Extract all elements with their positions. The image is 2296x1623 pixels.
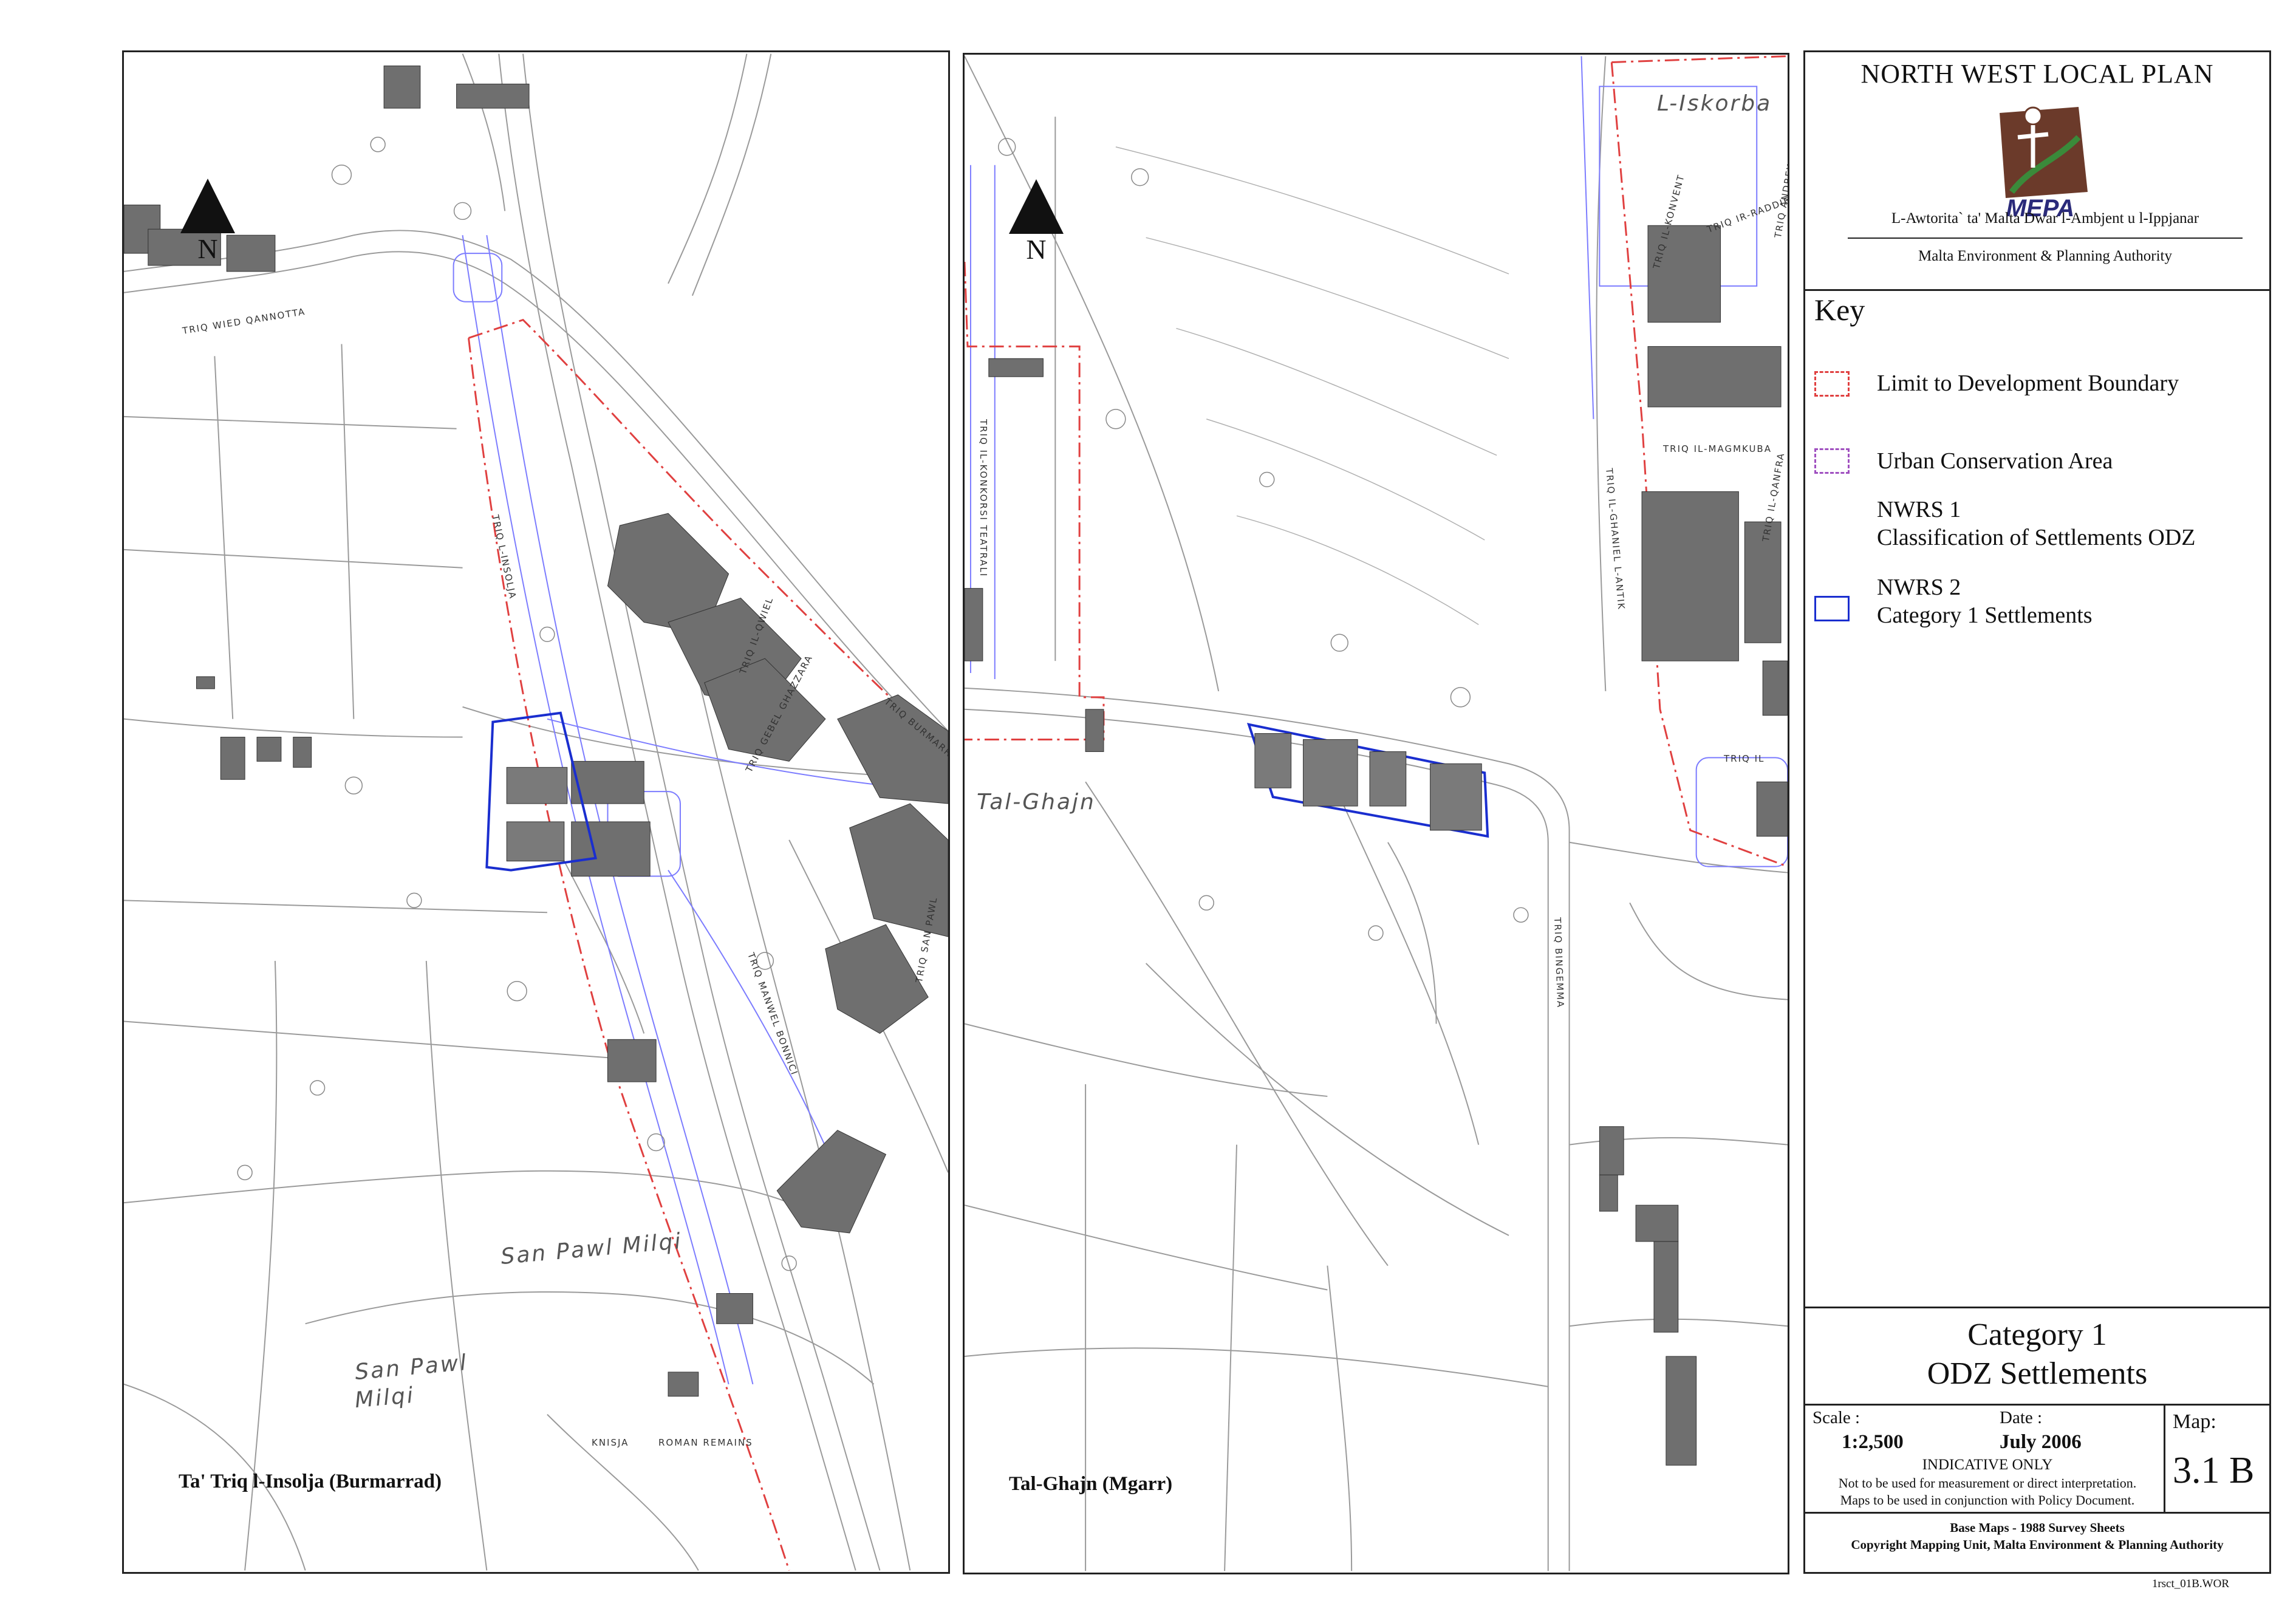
copyright-note: Copyright Mapping Unit, Malta Environmen… xyxy=(1851,1537,2224,1552)
divider xyxy=(1848,237,2243,239)
street-label: TRIQ IL xyxy=(1724,753,1765,764)
map-title-line1: Category 1 xyxy=(1967,1317,2107,1352)
map-caption: Ta' Triq l-Insolja (Burmarrad) xyxy=(179,1471,442,1492)
place-label: Milqi xyxy=(354,1382,416,1413)
disclaimer-measurement: Not to be used for measurement or direct… xyxy=(1838,1475,2137,1491)
key-item-development-boundary: Limit to Development Boundary xyxy=(1877,371,2179,396)
place-label: L-Iskorba xyxy=(1657,91,1772,116)
north-label: N xyxy=(1026,234,1047,265)
divider xyxy=(2164,1404,2165,1512)
key-item-nwrs2-desc: Category 1 Settlements xyxy=(1877,603,2093,628)
date-value: July 2006 xyxy=(2000,1431,2082,1453)
street-label: TRIQ IL-MAGMKUBA xyxy=(1663,443,1772,454)
base-map-info: Base Maps - 1988 Survey Sheets Copyright… xyxy=(1805,1519,2269,1553)
divider xyxy=(1805,1512,2269,1514)
key-item-nwrs1-code: NWRS 1 xyxy=(1877,497,1961,522)
key-item-nwrs1: NWRS 1 Classification of Settlements ODZ xyxy=(1877,496,2196,552)
divider xyxy=(1805,1404,2269,1406)
conservation-area-swatch xyxy=(1814,448,1850,474)
legend-panel: NORTH WEST LOCAL PLAN MEPA L-Awtorita` t… xyxy=(1803,50,2271,1574)
mepa-logo-icon: MEPA xyxy=(2000,106,2088,222)
north-arrow-icon: N xyxy=(1009,179,1064,265)
map-drawing-burmarrad xyxy=(124,53,948,1571)
street-label: KNISJA xyxy=(592,1437,629,1448)
disclaimer-policy: Maps to be used in conjunction with Poli… xyxy=(1840,1492,2135,1508)
map-caption: Tal-Ghajn (Mgarr) xyxy=(1009,1473,1173,1495)
map-title-line2: ODZ Settlements xyxy=(1927,1356,2148,1391)
file-reference: 1rsct_01B.WOR xyxy=(2151,1577,2229,1590)
map-panel-mgarr[interactable]: N L-Iskorba Tal-Ghajn TRIQ IL-KONVENT TR… xyxy=(963,53,1789,1574)
map-number: 3.1 B xyxy=(2173,1450,2255,1491)
divider xyxy=(1805,1307,2269,1308)
key-item-conservation-area: Urban Conservation Area xyxy=(1877,448,2113,474)
authority-name-maltese: L-Awtorita` ta' Malta Dwar l-Ambjent u l… xyxy=(1891,210,2199,227)
map-panel-burmarrad[interactable]: N TRIQ WIED QANNOTTA TRIQ L-INSOLJA TRIQ… xyxy=(122,50,950,1574)
divider xyxy=(1805,289,2269,291)
key-item-nwrs2-code: NWRS 2 xyxy=(1877,575,1961,600)
date-label: Date : xyxy=(2000,1408,2043,1427)
key-item-nwrs1-desc: Classification of Settlements ODZ xyxy=(1877,525,2196,550)
plan-title: NORTH WEST LOCAL PLAN xyxy=(1860,59,2214,89)
street-label: TRIQ IL-KONKORSI TEATRALI xyxy=(978,419,989,578)
map-number-label: Map: xyxy=(2173,1410,2216,1433)
development-boundary-swatch xyxy=(1814,371,1850,397)
base-maps-note: Base Maps - 1988 Survey Sheets xyxy=(1950,1520,2125,1535)
north-arrow-icon: N xyxy=(180,179,235,265)
map-title: Category 1 ODZ Settlements xyxy=(1805,1316,2269,1393)
place-label: Tal-Ghajn xyxy=(977,790,1096,815)
street-label: ROMAN REMAINS xyxy=(658,1437,753,1448)
indicative-note: INDICATIVE ONLY xyxy=(1922,1457,2053,1473)
category1-settlement-swatch xyxy=(1814,596,1850,621)
key-item-nwrs2: NWRS 2 Category 1 Settlements xyxy=(1877,573,2093,629)
scale-label: Scale : xyxy=(1813,1408,1860,1427)
scale-value: 1:2,500 xyxy=(1842,1431,1904,1453)
authority-name-english: Malta Environment & Planning Authority xyxy=(1918,248,2173,264)
north-label: N xyxy=(197,233,218,264)
key-heading: Key xyxy=(1814,293,1865,327)
